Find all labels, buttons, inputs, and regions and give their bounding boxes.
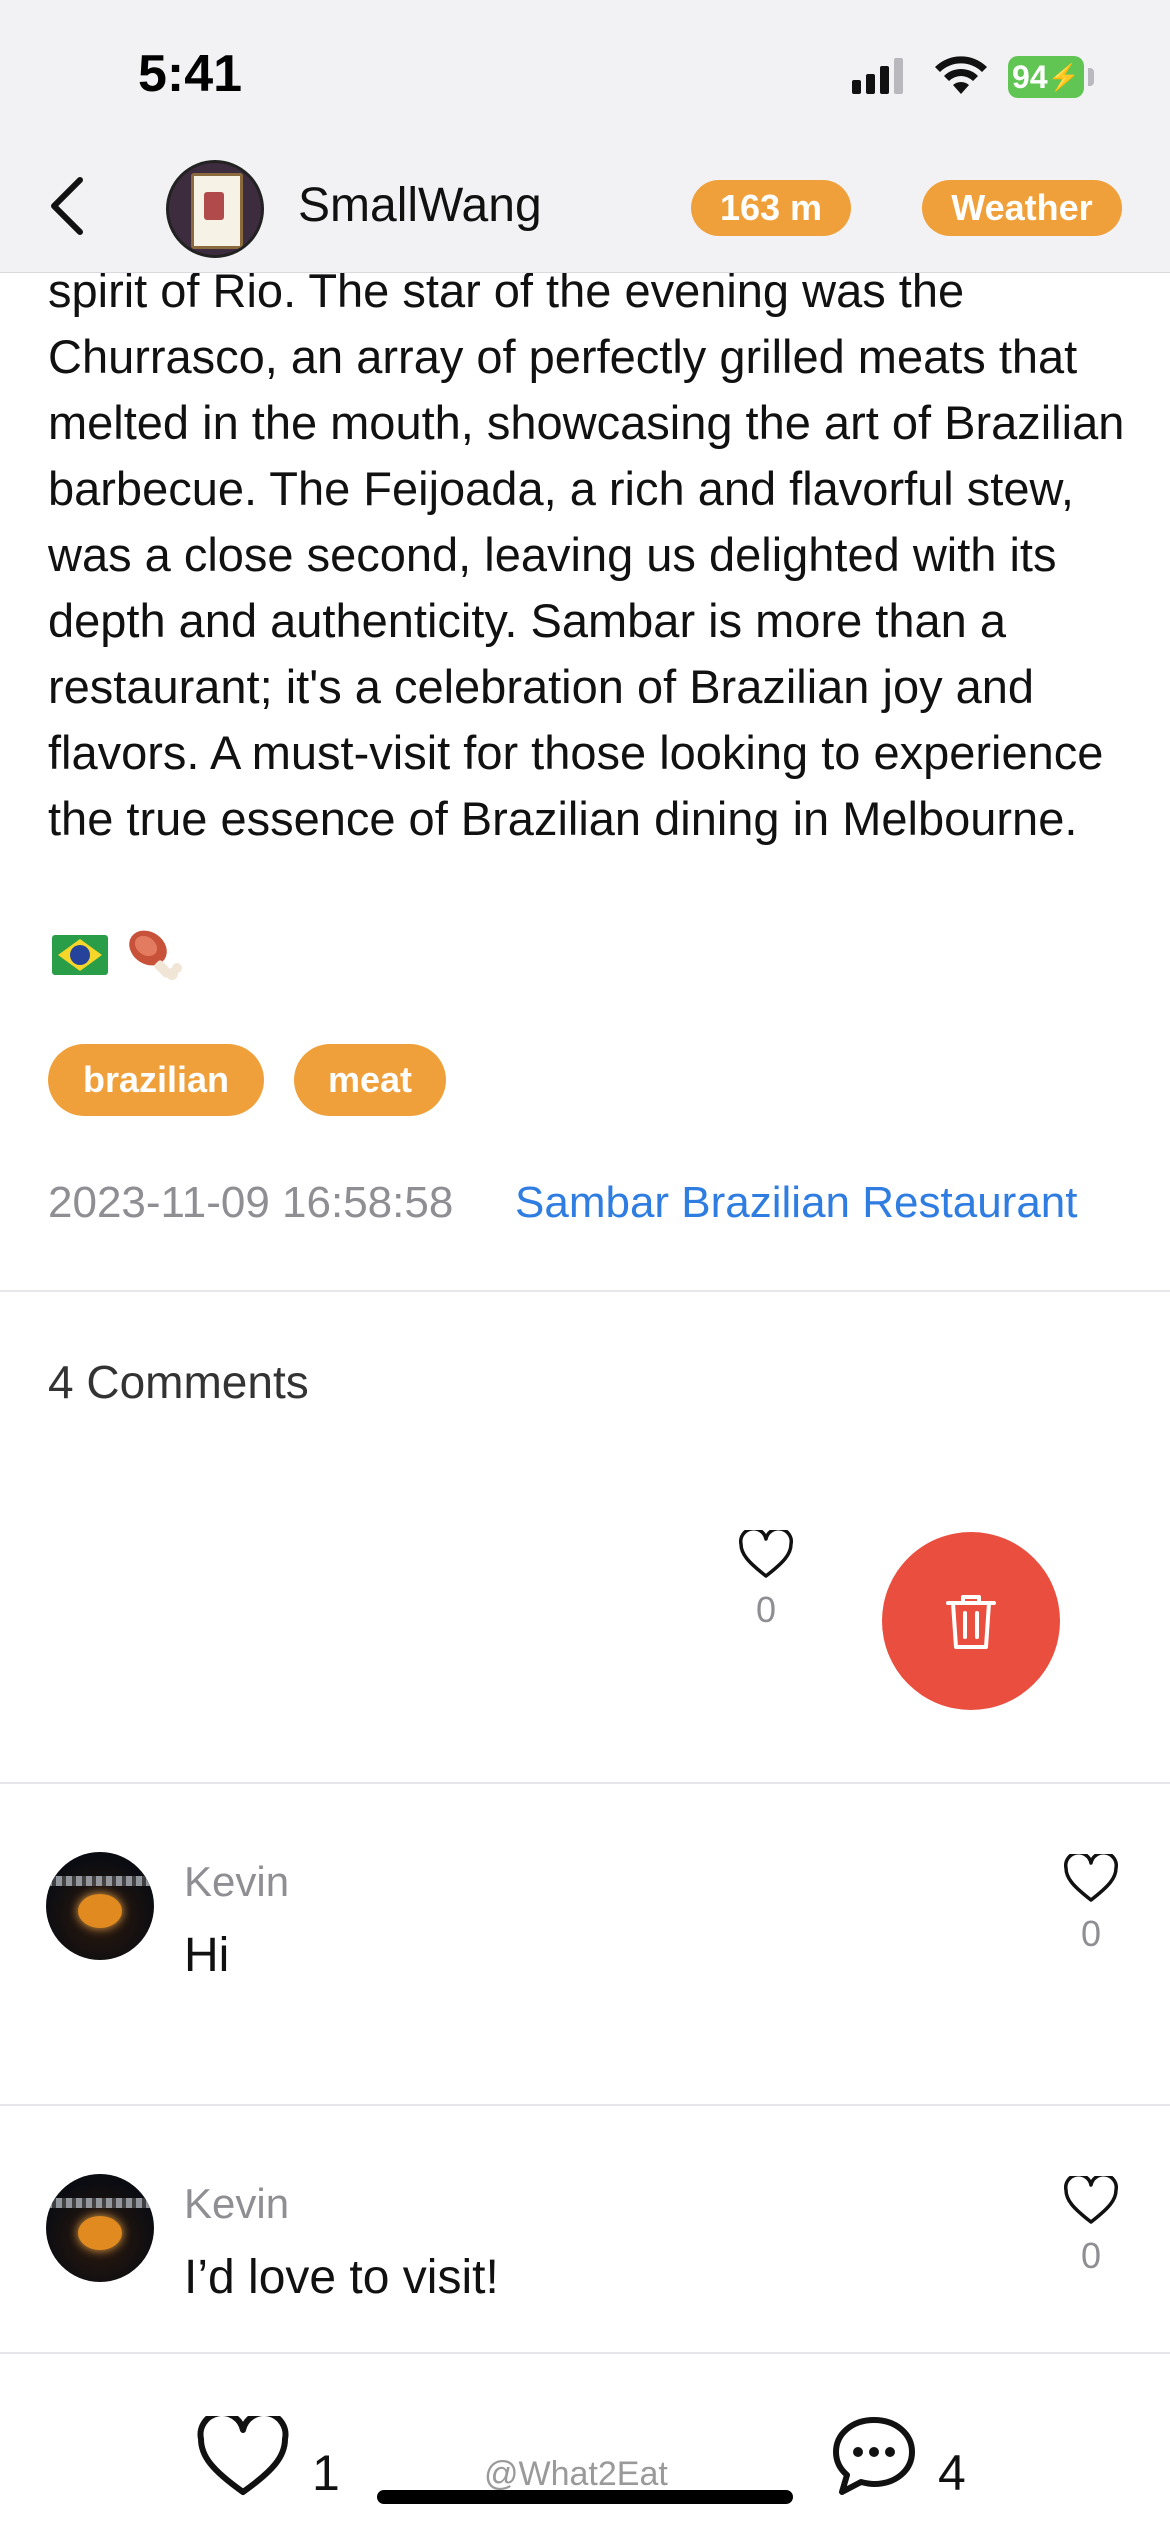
wifi-icon bbox=[935, 56, 987, 94]
like-count: 0 bbox=[1080, 2235, 1102, 2276]
comment-bubble-icon[interactable] bbox=[830, 2414, 918, 2498]
comment-divider bbox=[0, 2104, 1170, 2106]
avatar-card-image bbox=[191, 173, 243, 249]
bottom-action-bar: 1 4 bbox=[0, 2352, 1170, 2534]
back-chevron-icon[interactable] bbox=[40, 170, 96, 242]
home-indicator[interactable] bbox=[377, 2490, 793, 2504]
post-timestamp: 2023-11-09 16:58:58 bbox=[48, 1178, 454, 1227]
tag-meat[interactable]: meat bbox=[294, 1044, 446, 1116]
post-body-text: spirit of Rio. The star of the evening w… bbox=[48, 264, 1125, 845]
commenter-avatar[interactable] bbox=[46, 2174, 154, 2282]
commenter-name[interactable]: Kevin bbox=[184, 2180, 289, 2228]
brazil-flag-icon bbox=[52, 935, 108, 975]
post-emoji-row bbox=[52, 920, 186, 990]
section-divider bbox=[0, 1290, 1170, 1292]
own-comment-like[interactable]: 0 bbox=[736, 1527, 796, 1631]
author-avatar[interactable] bbox=[166, 160, 264, 258]
commenter-avatar[interactable] bbox=[46, 1852, 154, 1960]
comments-count-title: 4 Comments bbox=[48, 1356, 309, 1408]
distance-badge[interactable]: 163 m bbox=[691, 180, 851, 236]
battery-indicator: 94 ⚡ bbox=[1008, 56, 1084, 98]
battery-level: 94 bbox=[1012, 58, 1048, 95]
comment-divider bbox=[0, 1782, 1170, 1784]
comment-like-button[interactable]: 0 bbox=[1061, 1851, 1121, 1955]
comment-text: Hi bbox=[184, 1929, 230, 1982]
app-watermark: @What2Eat bbox=[484, 2455, 668, 2493]
post-like-count: 1 bbox=[312, 2445, 340, 2501]
tag-brazilian[interactable]: brazilian bbox=[48, 1044, 264, 1116]
like-count: 0 bbox=[755, 1589, 777, 1630]
avatar-skyline bbox=[46, 2198, 154, 2208]
heart-outline-icon bbox=[739, 1527, 793, 1578]
comment-like-button[interactable]: 0 bbox=[1061, 2173, 1121, 2277]
meat-on-bone-icon bbox=[129, 930, 182, 980]
avatar-skyline bbox=[46, 1876, 154, 1886]
avatar-pumpkin bbox=[78, 2216, 122, 2250]
battery-tip bbox=[1088, 68, 1094, 86]
delete-comment-button[interactable] bbox=[882, 1532, 1060, 1710]
heart-outline-icon bbox=[1064, 2173, 1118, 2224]
like-post-heart-icon[interactable] bbox=[196, 2416, 290, 2498]
like-count: 0 bbox=[1080, 1913, 1102, 1954]
post-location-link[interactable]: Sambar Brazilian Restaurant bbox=[515, 1178, 1077, 1228]
heart-outline-icon bbox=[1064, 1851, 1118, 1902]
commenter-name[interactable]: Kevin bbox=[184, 1858, 289, 1906]
cellular-signal-icon bbox=[852, 58, 903, 94]
weather-button[interactable]: Weather bbox=[922, 180, 1122, 236]
status-time: 5:41 bbox=[138, 45, 243, 103]
avatar-pumpkin bbox=[78, 1894, 122, 1928]
post-comment-count: 4 bbox=[938, 2445, 966, 2501]
top-bar: 5:41 94 ⚡ SmallWang 163 m Weather bbox=[0, 0, 1170, 273]
trash-icon bbox=[946, 1595, 996, 1649]
comment-text: I’d love to visit! bbox=[184, 2251, 499, 2304]
author-username[interactable]: SmallWang bbox=[298, 178, 542, 233]
